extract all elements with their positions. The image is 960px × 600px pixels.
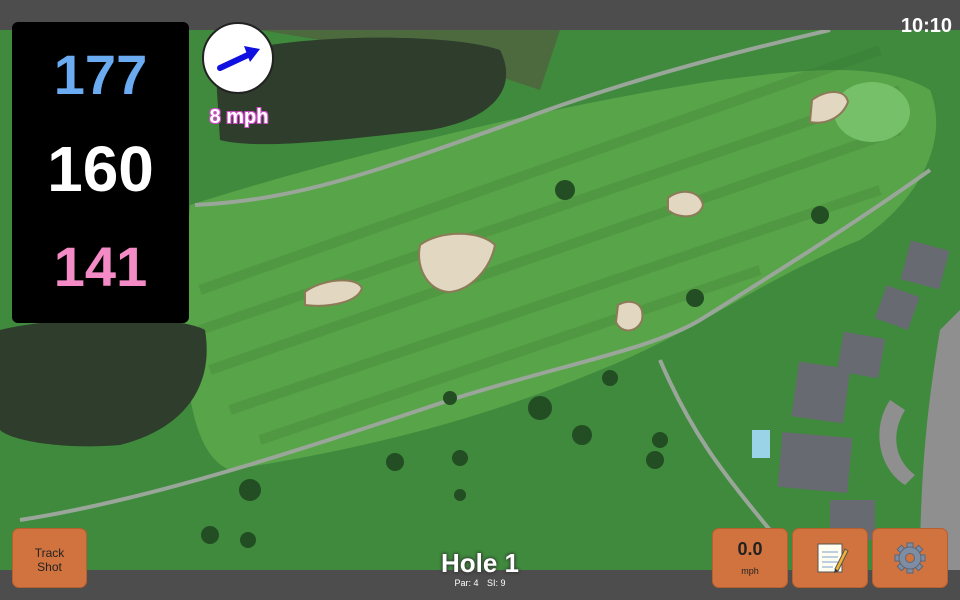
hole-title: Hole 1 (440, 548, 520, 578)
arrow-right-icon (217, 46, 260, 71)
speed-button[interactable]: 0.0 mph (712, 528, 788, 588)
putting-green (834, 82, 910, 142)
clock: 10:10 (900, 15, 952, 37)
speed-value: 0.0 (737, 539, 763, 559)
swimming-pool (752, 430, 770, 458)
wind-direction-indicator[interactable] (202, 22, 274, 94)
settings-button[interactable] (872, 528, 948, 588)
track-shot-label-line2: Shot (37, 560, 62, 574)
center-distance: 160 (47, 133, 154, 205)
gear-icon (894, 542, 926, 574)
bunker (614, 300, 644, 332)
speed-unit: mph (741, 566, 759, 576)
bunker (667, 190, 705, 218)
back-distance: 177 (53, 43, 148, 106)
front-distance: 141 (53, 235, 148, 298)
notes-button[interactable] (792, 528, 868, 588)
notepad-icon (817, 543, 849, 573)
distance-panel: 177 160 141 (12, 22, 189, 323)
hole-par: Par: 4 (454, 578, 479, 588)
track-shot-label-line1: Track (34, 546, 65, 560)
wind-speed-label: 8 mph (209, 106, 269, 128)
hole-info: Par: 4 SI: 9 (380, 578, 580, 588)
hole-stroke-index: SI: 9 (487, 578, 506, 588)
track-shot-button[interactable]: Track Shot (12, 528, 87, 588)
